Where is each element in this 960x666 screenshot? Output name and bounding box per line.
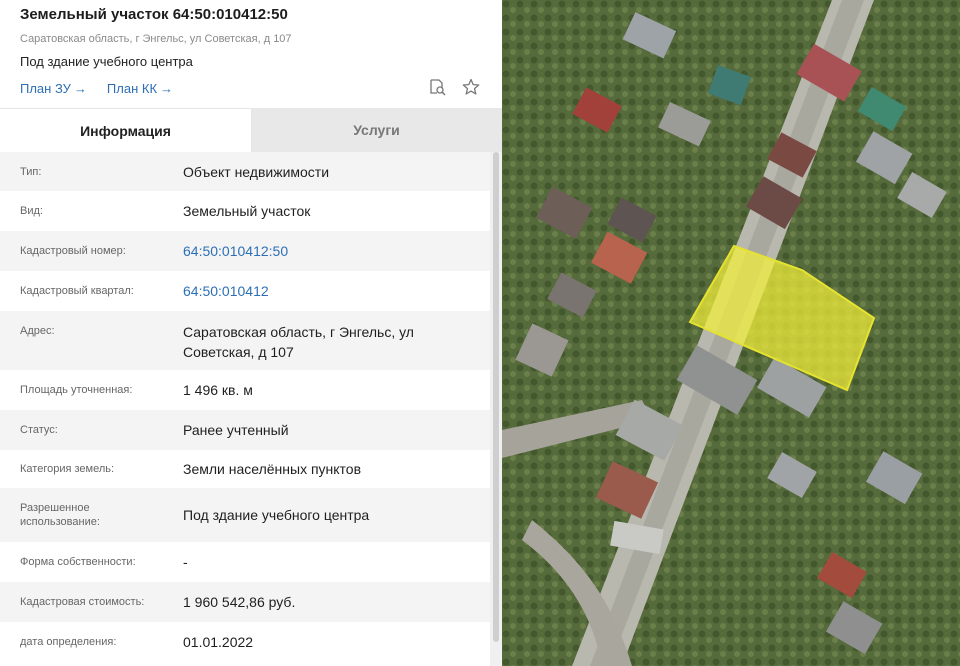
cadastral-number-link[interactable]: 64:50:010412:50 — [183, 241, 490, 261]
row-label: Статус: — [20, 424, 58, 436]
row-label: Адрес: — [20, 325, 55, 337]
row-value: Объект недвижимости — [183, 163, 330, 180]
panel-header: Земельный участок 64:50:010412:50 Сарато… — [0, 0, 502, 108]
table-row: Адрес: Саратовская область, г Энгельс, у… — [0, 311, 490, 370]
row-label: Кадастровая стоимость: — [20, 596, 145, 608]
row-label: Вид: — [20, 205, 43, 217]
table-row: Кадастровый номер: 64:50:010412:50 — [0, 231, 490, 271]
search-document-icon[interactable] — [428, 78, 446, 96]
plan-zu-link[interactable]: План ЗУ → — [20, 81, 87, 97]
tab-services[interactable]: Услуги — [251, 108, 502, 152]
row-label: Площадь уточненная: — [20, 384, 133, 396]
row-label: Тип: — [20, 165, 42, 178]
row-value: Саратовская область, г Энгельс, ул Совет… — [183, 324, 414, 360]
table-row: Вид: Земельный участок — [0, 191, 490, 231]
watermark-text: www.vzsar.ru — [946, 300, 960, 597]
row-label: Кадастровый номер: — [20, 245, 126, 257]
info-panel: Земельный участок 64:50:010412:50 Сарато… — [0, 0, 502, 666]
page-title: Земельный участок 64:50:010412:50 — [20, 6, 288, 23]
scrollbar-thumb[interactable] — [493, 152, 499, 642]
row-label: Разрешенное использование: — [20, 502, 100, 528]
row-value: 1 960 542,86 руб. — [183, 594, 296, 610]
row-value: Ранее учтенный — [183, 422, 289, 438]
row-value: - — [183, 554, 188, 570]
table-row: Кадастровая стоимость: 1 960 542,86 руб. — [0, 582, 490, 622]
plan-kk-label: План КК — [106, 81, 158, 96]
table-row: Разрешенное использование: Под здание уч… — [0, 488, 490, 542]
row-value: Земли населённых пунктов — [183, 461, 362, 477]
tab-information[interactable]: Информация — [0, 108, 251, 152]
info-table: Тип: Объект недвижимости Вид: Земельный … — [0, 152, 490, 662]
table-row: Форма собственности: - — [0, 542, 490, 582]
cadastral-quarter-link[interactable]: 64:50:010412 — [183, 281, 490, 301]
table-row: Статус: Ранее учтенный — [0, 410, 490, 450]
satellite-map[interactable]: www.vzsar.ru — [502, 0, 960, 666]
header-actions — [428, 78, 480, 96]
row-label: Кадастровый квартал: — [20, 285, 134, 297]
plan-zu-label: План ЗУ — [20, 81, 71, 96]
row-label: дата определения: — [20, 636, 117, 648]
row-value: 1 496 кв. м — [183, 382, 253, 398]
map-imagery — [502, 0, 960, 666]
table-row: Площадь уточненная: 1 496 кв. м — [0, 370, 490, 410]
row-value: 01.01.2022 — [183, 634, 254, 650]
arrow-right-icon: → — [73, 81, 87, 96]
object-address: Саратовская область, г Энгельс, ул Совет… — [20, 33, 292, 45]
table-row: Кадастровый квартал: 64:50:010412 — [0, 271, 490, 311]
arrow-right-icon: → — [160, 81, 174, 96]
row-label: Категория земель: — [20, 463, 115, 475]
table-row: Категория земель: Земли населённых пункт… — [0, 450, 490, 488]
table-row: дата определения: 01.01.2022 — [0, 622, 490, 662]
row-value: Под здание учебного центра — [183, 507, 370, 523]
object-purpose: Под здание учебного центра — [20, 54, 193, 69]
tab-bar: Информация Услуги — [0, 108, 502, 152]
star-icon[interactable] — [462, 78, 480, 96]
table-row: Тип: Объект недвижимости — [0, 152, 490, 191]
row-label: Форма собственности: — [20, 556, 136, 568]
plan-kk-link[interactable]: План КК → — [107, 81, 173, 97]
row-value: Земельный участок — [183, 203, 311, 219]
scrollbar[interactable] — [490, 152, 502, 666]
plan-links: План ЗУ → План КК → — [20, 81, 482, 97]
